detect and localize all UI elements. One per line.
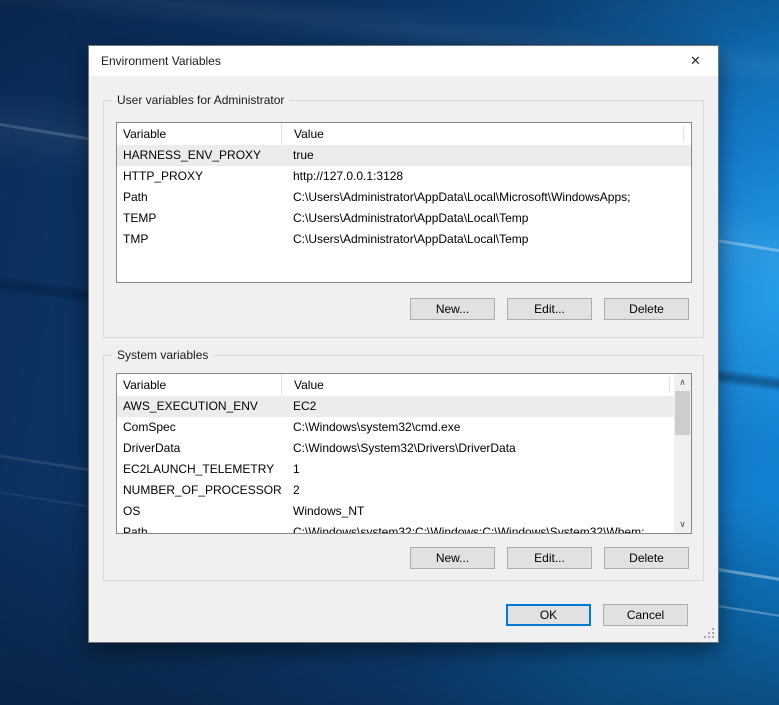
variable-name: HARNESS_ENV_PROXY bbox=[117, 145, 281, 166]
system-variables-list[interactable]: Variable Value AWS_EXECUTION_ENVEC2ComSp… bbox=[116, 373, 692, 534]
variable-value: true bbox=[281, 145, 691, 166]
scrollbar-thumb[interactable] bbox=[675, 391, 690, 435]
user-variables-rows: HARNESS_ENV_PROXYtrueHTTP_PROXYhttp://12… bbox=[117, 145, 691, 282]
variable-name: OS bbox=[117, 501, 281, 522]
variable-value: 1 bbox=[281, 459, 674, 480]
variable-value: C:\Windows\system32\cmd.exe bbox=[281, 417, 674, 438]
table-row[interactable]: ComSpecC:\Windows\system32\cmd.exe bbox=[117, 417, 674, 438]
table-row[interactable]: PathC:\Users\Administrator\AppData\Local… bbox=[117, 187, 691, 208]
table-row[interactable]: TMPC:\Users\Administrator\AppData\Local\… bbox=[117, 229, 691, 250]
variable-value: Windows_NT bbox=[281, 501, 674, 522]
system-variables-group-label: System variables bbox=[112, 348, 213, 362]
variable-name: HTTP_PROXY bbox=[117, 166, 281, 187]
variable-name: NUMBER_OF_PROCESSORS bbox=[117, 480, 281, 501]
desktop-wallpaper: Environment Variables ✕ User variables f… bbox=[0, 0, 779, 705]
vertical-scrollbar[interactable]: ∧ ∨ bbox=[674, 374, 691, 533]
scroll-up-icon[interactable]: ∧ bbox=[674, 374, 691, 391]
scroll-down-icon[interactable]: ∨ bbox=[674, 516, 691, 533]
table-row[interactable]: OSWindows_NT bbox=[117, 501, 674, 522]
variable-value: C:\Users\Administrator\AppData\Local\Tem… bbox=[281, 229, 691, 250]
variable-name: Path bbox=[117, 522, 281, 533]
column-divider[interactable] bbox=[683, 126, 684, 142]
system-edit-button[interactable]: Edit... bbox=[507, 547, 592, 569]
ok-button[interactable]: OK bbox=[506, 604, 591, 626]
user-delete-button[interactable]: Delete bbox=[604, 298, 689, 320]
variable-value: C:\Windows\System32\Drivers\DriverData bbox=[281, 438, 674, 459]
table-row[interactable]: HTTP_PROXYhttp://127.0.0.1:3128 bbox=[117, 166, 691, 187]
system-delete-button[interactable]: Delete bbox=[604, 547, 689, 569]
column-header-variable[interactable]: Variable bbox=[117, 374, 281, 396]
variable-name: Path bbox=[117, 187, 281, 208]
variable-value: C:\Users\Administrator\AppData\Local\Mic… bbox=[281, 187, 691, 208]
variable-name: TEMP bbox=[117, 208, 281, 229]
table-row[interactable]: TEMPC:\Users\Administrator\AppData\Local… bbox=[117, 208, 691, 229]
list-header: Variable Value bbox=[117, 123, 691, 145]
variable-value: C:\Windows\system32;C:\Windows;C:\Window… bbox=[281, 522, 674, 533]
table-row[interactable]: PathC:\Windows\system32;C:\Windows;C:\Wi… bbox=[117, 522, 674, 533]
variable-name: ComSpec bbox=[117, 417, 281, 438]
cancel-button[interactable]: Cancel bbox=[603, 604, 688, 626]
variable-name: DriverData bbox=[117, 438, 281, 459]
system-variables-rows: AWS_EXECUTION_ENVEC2ComSpecC:\Windows\sy… bbox=[117, 396, 674, 533]
titlebar[interactable]: Environment Variables ✕ bbox=[89, 46, 718, 76]
list-header: Variable Value bbox=[117, 374, 691, 396]
variable-value: C:\Users\Administrator\AppData\Local\Tem… bbox=[281, 208, 691, 229]
user-variables-list[interactable]: Variable Value HARNESS_ENV_PROXYtrueHTTP… bbox=[116, 122, 692, 283]
environment-variables-dialog: Environment Variables ✕ User variables f… bbox=[88, 45, 719, 643]
table-row[interactable]: HARNESS_ENV_PROXYtrue bbox=[117, 145, 691, 166]
system-new-button[interactable]: New... bbox=[410, 547, 495, 569]
user-new-button[interactable]: New... bbox=[410, 298, 495, 320]
user-variables-group-label: User variables for Administrator bbox=[112, 93, 289, 107]
variable-name: TMP bbox=[117, 229, 281, 250]
close-icon[interactable]: ✕ bbox=[673, 46, 718, 76]
table-row[interactable]: EC2LAUNCH_TELEMETRY1 bbox=[117, 459, 674, 480]
column-header-value[interactable]: Value bbox=[281, 374, 691, 396]
variable-value: 2 bbox=[281, 480, 674, 501]
table-row[interactable]: AWS_EXECUTION_ENVEC2 bbox=[117, 396, 674, 417]
table-row[interactable]: NUMBER_OF_PROCESSORS2 bbox=[117, 480, 674, 501]
variable-name: AWS_EXECUTION_ENV bbox=[117, 396, 281, 417]
column-header-value[interactable]: Value bbox=[281, 123, 691, 145]
resize-grip-icon[interactable] bbox=[703, 627, 715, 639]
column-divider[interactable] bbox=[669, 377, 670, 393]
variable-value: http://127.0.0.1:3128 bbox=[281, 166, 691, 187]
dialog-title: Environment Variables bbox=[101, 46, 221, 76]
table-row[interactable]: DriverDataC:\Windows\System32\Drivers\Dr… bbox=[117, 438, 674, 459]
variable-value: EC2 bbox=[281, 396, 674, 417]
user-edit-button[interactable]: Edit... bbox=[507, 298, 592, 320]
variable-name: EC2LAUNCH_TELEMETRY bbox=[117, 459, 281, 480]
column-header-variable[interactable]: Variable bbox=[117, 123, 281, 145]
